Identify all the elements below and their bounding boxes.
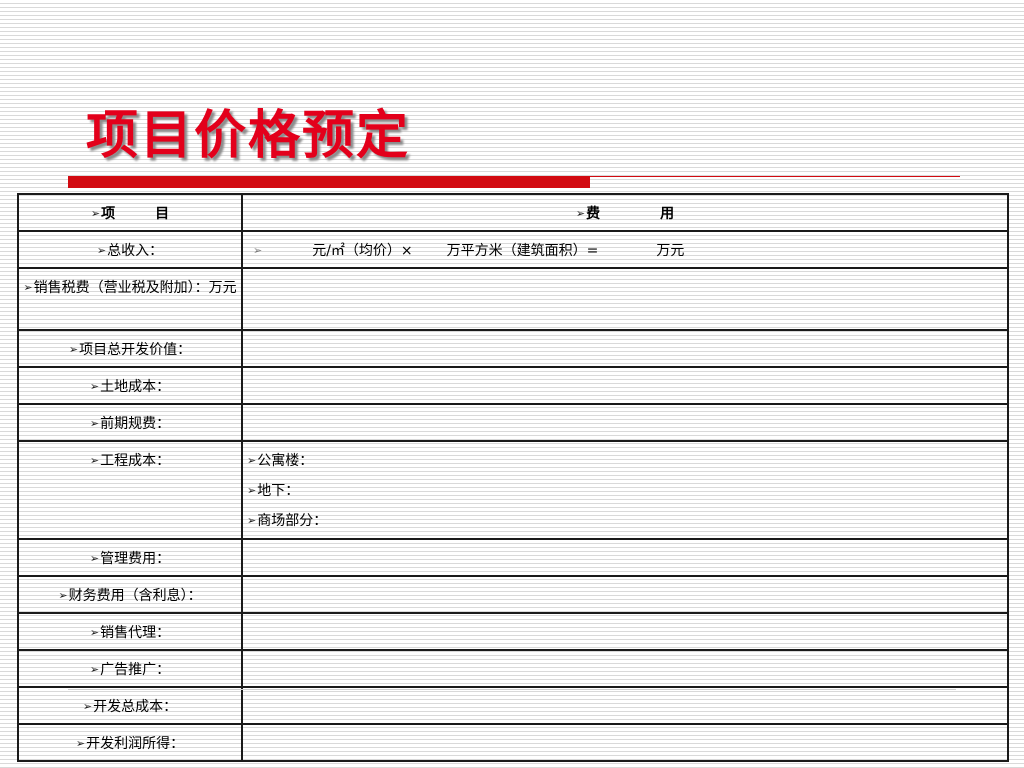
arrow-bullet-icon: ➢ [90, 207, 101, 220]
row-value-cell [241, 267, 1009, 331]
row-value-cell [241, 538, 1009, 577]
engineering-sub-apartment: ➢公寓楼： [247, 446, 1003, 476]
arrow-bullet-icon: ➢ [75, 737, 86, 750]
arrow-bullet-icon: ➢ [253, 244, 263, 257]
title-underline-thick [68, 176, 590, 188]
row-label-cell: ➢总收入： [17, 230, 243, 269]
row-label-sales-agency: 销售代理： [100, 625, 171, 641]
arrow-bullet-icon: ➢ [68, 343, 79, 356]
row-label-pre-planning-fee: 前期规费： [100, 416, 171, 432]
table-row-dev-profit: ➢开发利润所得： [17, 723, 1009, 762]
row-label-cell: ➢工程成本： [17, 440, 243, 540]
income-price-segment: 元/㎡（均价）× [312, 243, 413, 259]
table-row-total-dev-value: ➢项目总开发价值： [17, 329, 1009, 368]
row-label-cell: ➢前期规费： [17, 403, 243, 442]
engineering-sub-mall-label: 商场部分： [257, 513, 328, 529]
arrow-bullet-icon: ➢ [23, 281, 33, 294]
row-label-income: 总收入： [107, 243, 164, 259]
arrow-bullet-icon: ➢ [247, 454, 257, 467]
arrow-bullet-icon: ➢ [96, 244, 107, 257]
header-cost-cell: ➢费 用 [241, 193, 1009, 232]
row-value-cell [241, 612, 1009, 651]
row-value-cell [241, 686, 1009, 725]
engineering-sub-mall: ➢商场部分： [247, 506, 1003, 536]
row-label-total-dev-value: 项目总开发价值： [79, 342, 192, 358]
row-label-cell: ➢管理费用： [17, 538, 243, 577]
row-label-cell: ➢财务费用（含利息）： [17, 575, 243, 614]
row-value-cell: ➢ 元/㎡（均价）× 万平方米（建筑面积）= 万元 [241, 230, 1009, 269]
row-value-cell [241, 649, 1009, 688]
row-label-finance-fee: 财务费用（含利息）： [68, 588, 202, 604]
engineering-sub-underground-label: 地下： [257, 483, 300, 499]
page-title: 项目价格预定 [86, 105, 411, 166]
title-underline-thin [590, 176, 960, 177]
row-label-advertising: 广告推广： [100, 662, 171, 678]
engineering-sub-apartment-label: 公寓楼： [257, 453, 314, 469]
arrow-bullet-icon: ➢ [58, 589, 68, 602]
row-label-cell: ➢开发利润所得： [17, 723, 243, 762]
row-value-cell [241, 329, 1009, 368]
arrow-bullet-icon: ➢ [575, 207, 586, 220]
row-label-cell: ➢土地成本： [17, 366, 243, 405]
arrow-bullet-icon: ➢ [89, 417, 100, 430]
table-row-pre-planning-fee: ➢前期规费： [17, 403, 1009, 442]
row-label-cell: ➢销售税费（营业税及附加）：万元 [17, 267, 243, 331]
row-value-cell [241, 575, 1009, 614]
row-value-cell: ➢公寓楼： ➢地下： ➢商场部分： [241, 440, 1009, 540]
arrow-bullet-icon: ➢ [89, 380, 100, 393]
row-label-cell: ➢广告推广： [17, 649, 243, 688]
row-label-management-fee: 管理费用： [100, 551, 171, 567]
table-row-income: ➢总收入： ➢ 元/㎡（均价）× 万平方米（建筑面积）= 万元 [17, 230, 1009, 269]
row-label-cell: ➢销售代理： [17, 612, 243, 651]
cost-table: ➢项目 ➢费用 ➢总收入： ➢ 元/㎡（均价）× 万平方米（建筑面积）= 万元 ➢销售… [17, 193, 1009, 762]
row-value-cell [241, 366, 1009, 405]
row-label-land-cost: 土地成本： [100, 379, 171, 395]
income-area-segment: 万平方米（建筑面积）= [446, 243, 599, 259]
arrow-bullet-icon: ➢ [89, 663, 100, 676]
row-label-sales-tax: 销售税费（营业税及附加）：万元 [33, 280, 237, 296]
table-row-finance-fee: ➢财务费用（含利息）： [17, 575, 1009, 614]
arrow-bullet-icon: ➢ [247, 484, 257, 497]
row-label-cell: ➢项目总开发价值： [17, 329, 243, 368]
table-row-advertising: ➢广告推广： [17, 649, 1009, 688]
arrow-bullet-icon: ➢ [247, 514, 257, 527]
header-item-char-1: 项 [101, 206, 116, 222]
table-header-row: ➢项目 ➢费用 [17, 193, 1009, 232]
income-total-segment: 万元 [656, 243, 685, 259]
header-item-char-2: 目 [155, 206, 170, 222]
row-label-engineering-cost: 工程成本： [100, 453, 171, 469]
arrow-bullet-icon: ➢ [82, 700, 93, 713]
engineering-sub-underground: ➢地下： [247, 476, 1003, 506]
table-row-land-cost: ➢土地成本： [17, 366, 1009, 405]
table-row-sales-agency: ➢销售代理： [17, 612, 1009, 651]
row-label-total-dev-cost: 开发总成本： [93, 699, 178, 715]
header-item-cell: ➢项 目 [17, 193, 243, 232]
row-label-cell: ➢开发总成本： [17, 686, 243, 725]
arrow-bullet-icon: ➢ [89, 454, 100, 467]
row-label-dev-profit: 开发利润所得： [86, 736, 185, 752]
header-cost-char-1: 费 [586, 206, 601, 222]
footer-divider [68, 689, 956, 690]
arrow-bullet-icon: ➢ [89, 552, 100, 565]
table-row-sales-tax: ➢销售税费（营业税及附加）：万元 [17, 267, 1009, 331]
table-row-engineering-cost: ➢工程成本： ➢公寓楼： ➢地下： ➢商场部分： [17, 440, 1009, 540]
table-row-management-fee: ➢管理费用： [17, 538, 1009, 577]
table-row-total-dev-cost: ➢开发总成本： [17, 686, 1009, 725]
row-value-cell [241, 723, 1009, 762]
row-value-cell [241, 403, 1009, 442]
arrow-bullet-icon: ➢ [89, 626, 100, 639]
header-cost-char-2: 用 [660, 206, 675, 222]
